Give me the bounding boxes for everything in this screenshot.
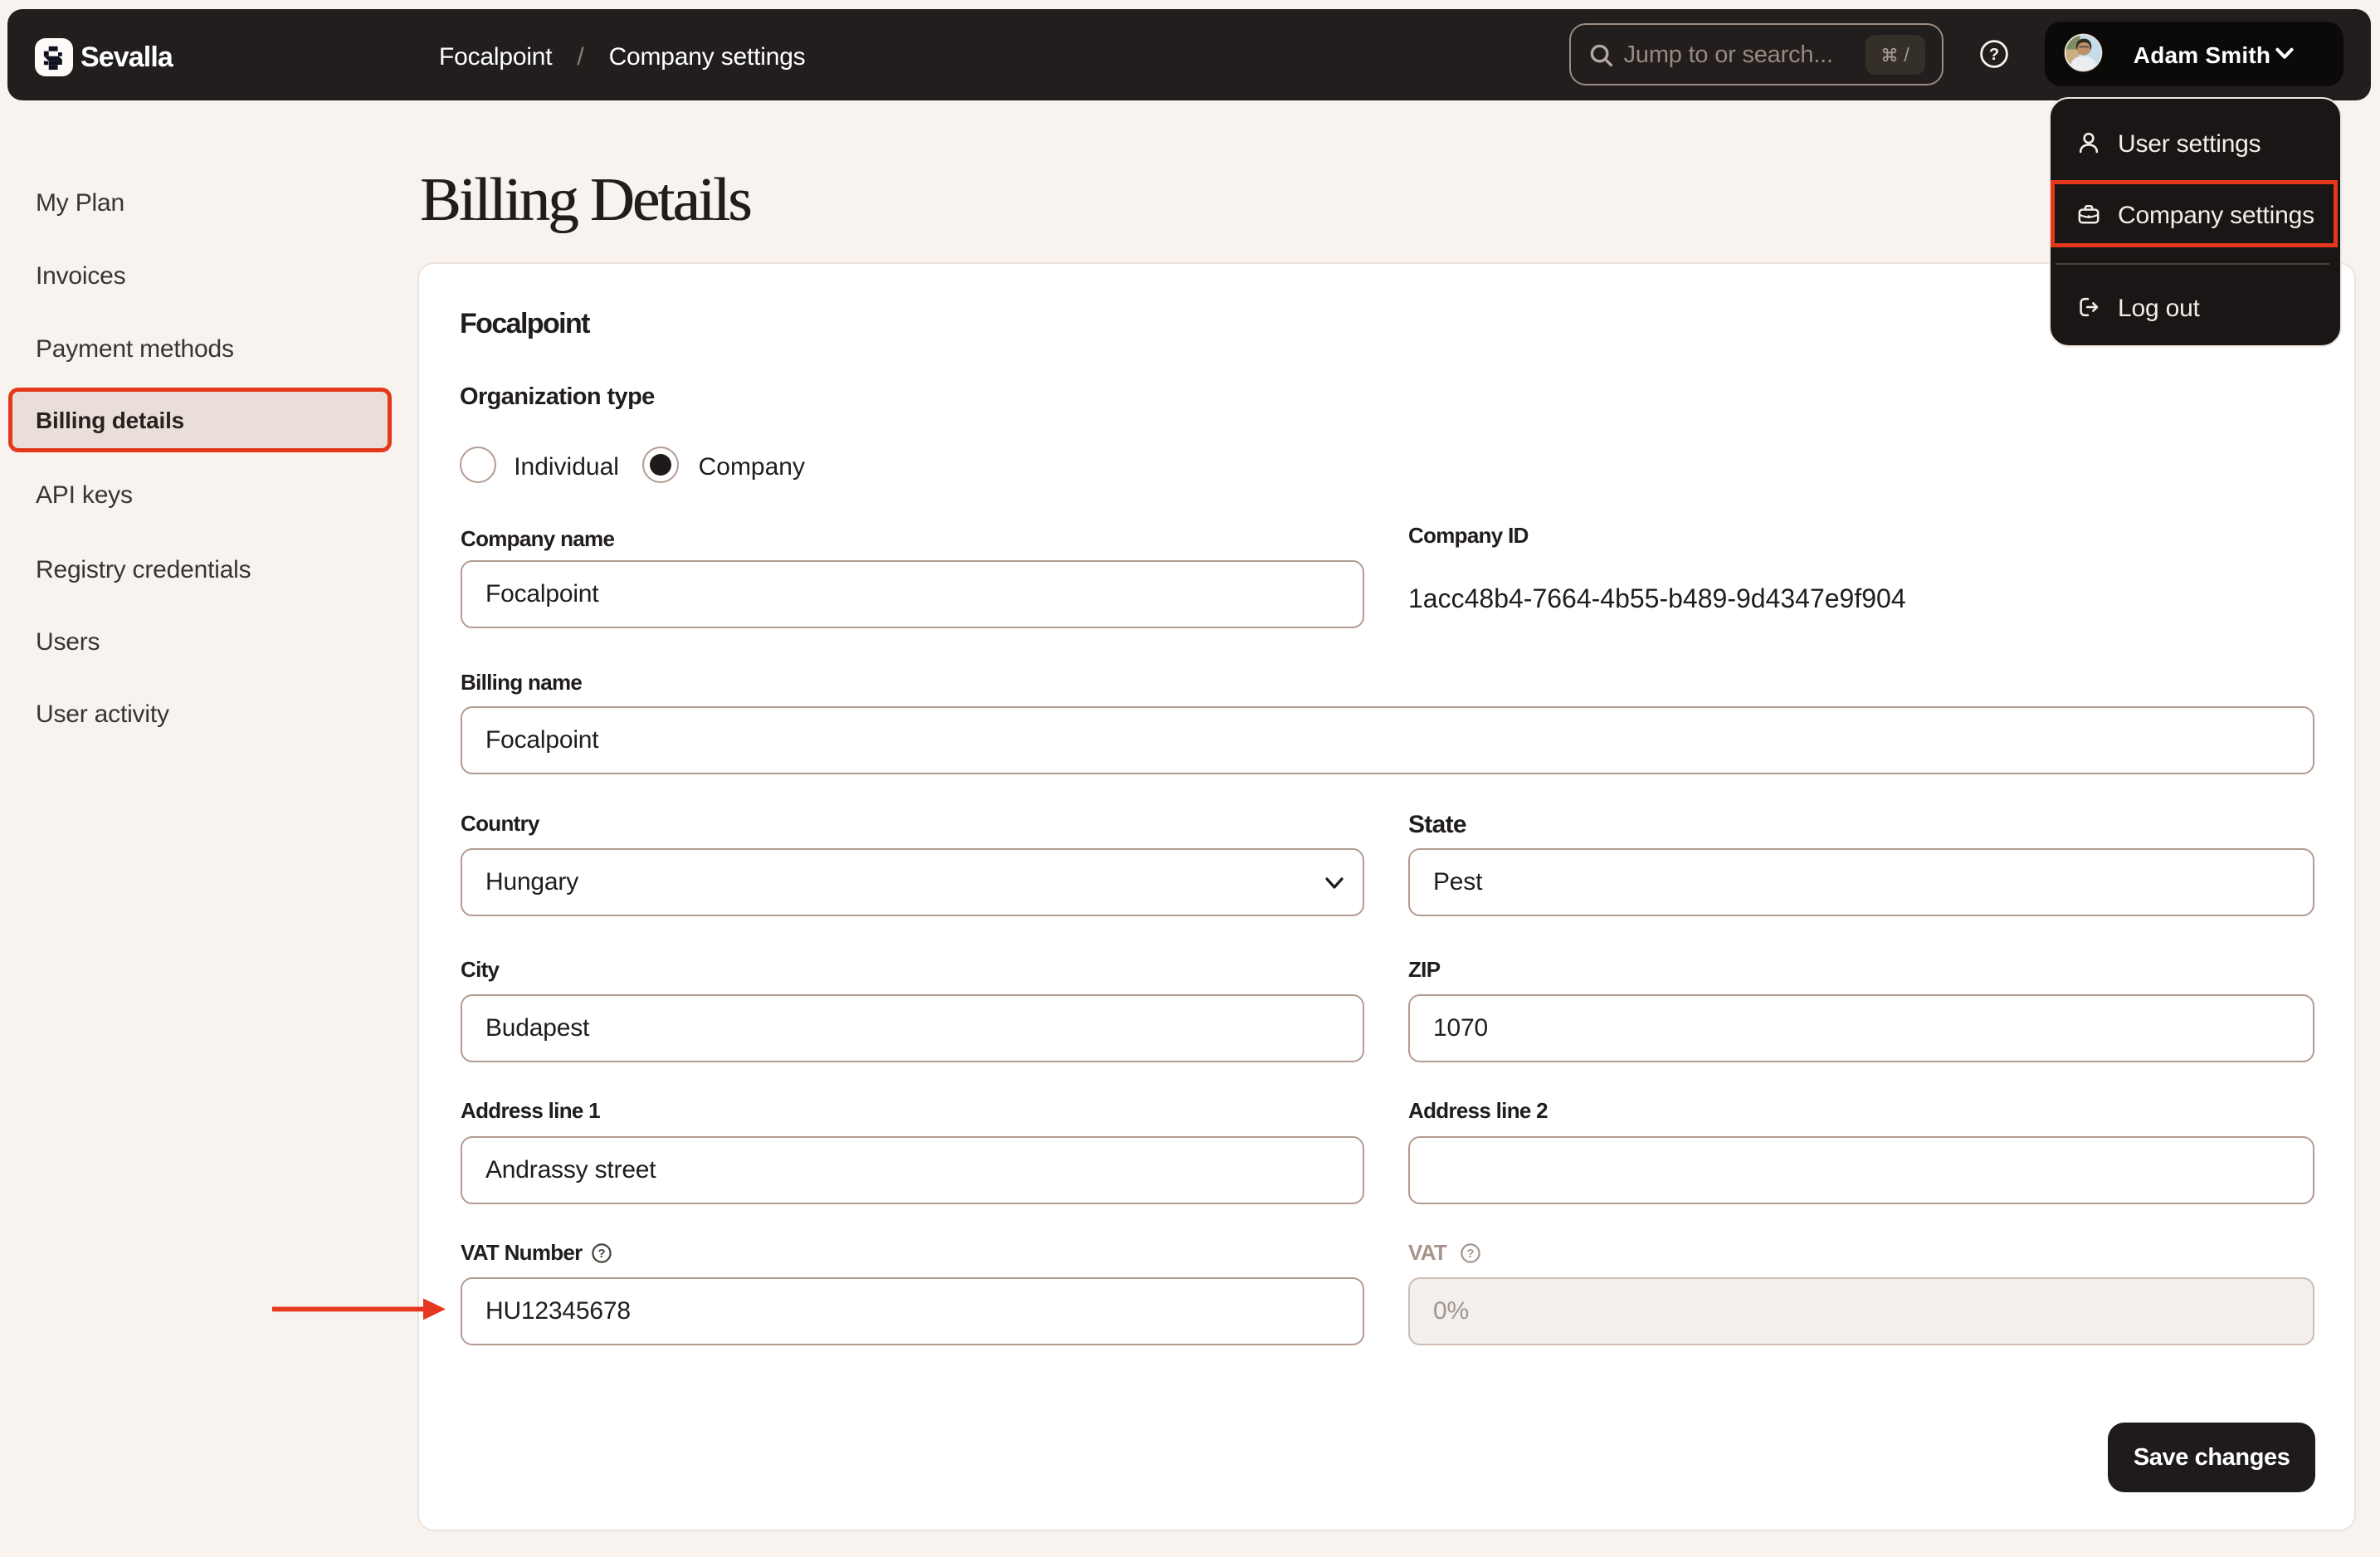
svg-text:?: ? <box>597 1247 605 1261</box>
svg-text:?: ? <box>1989 46 1999 64</box>
svg-text:?: ? <box>1466 1247 1474 1261</box>
